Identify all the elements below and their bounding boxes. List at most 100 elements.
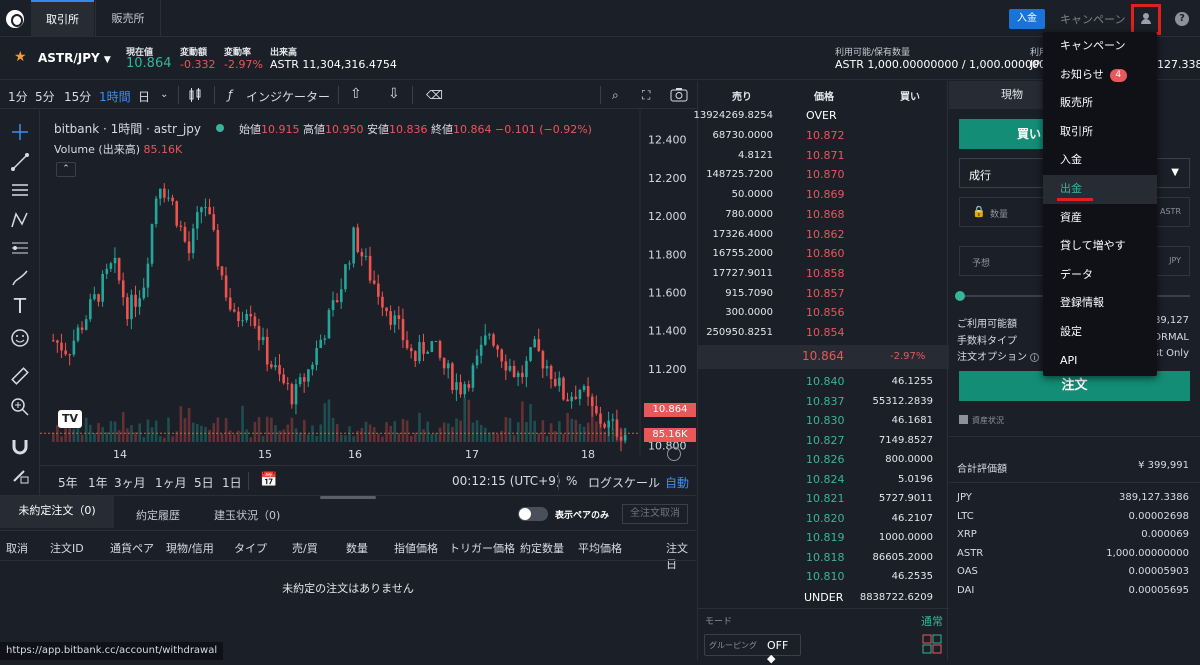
pair-selector[interactable]: ASTR/JPY ▼ xyxy=(38,51,111,65)
bid-row[interactable]: 10.820 46.2107 xyxy=(698,509,949,529)
bid-row[interactable]: 10.818 86605.2000 xyxy=(698,548,949,568)
percent-toggle[interactable]: % xyxy=(566,474,577,488)
panel-resize-handle[interactable] xyxy=(320,496,376,499)
bid-row[interactable]: 10.827 7149.8527 xyxy=(698,431,949,451)
layout-toggle-icon[interactable] xyxy=(922,634,942,654)
timeframe-dropdown-icon[interactable]: ⌄ xyxy=(160,89,168,100)
range-1d[interactable]: 1日 xyxy=(222,474,242,491)
bid-row[interactable]: 10.840 46.1255 xyxy=(698,372,949,392)
brush-icon[interactable] xyxy=(10,268,30,288)
ruler-icon[interactable] xyxy=(10,366,30,386)
user-menu-button[interactable] xyxy=(1131,4,1161,35)
ask-row[interactable]: 17326.4000 10.862 xyxy=(698,225,949,245)
bid-row[interactable]: 10.826 800.0000 xyxy=(698,450,949,470)
chart-settings-icon[interactable] xyxy=(667,447,681,461)
bitbank-logo-icon[interactable] xyxy=(6,10,24,28)
favorite-star-icon[interactable]: ★ xyxy=(14,49,27,65)
tab-open-orders[interactable]: 未約定注文（0) xyxy=(0,496,114,528)
timeframe-5m[interactable]: 5分 xyxy=(35,88,55,105)
bid-row[interactable]: 10.830 46.1681 xyxy=(698,411,949,431)
candlestick-chart[interactable]: 12.400 12.200 12.000 11.800 11.600 11.400 11.2… xyxy=(40,110,696,465)
log-scale-toggle[interactable]: ログスケール xyxy=(588,474,660,491)
tab-sales[interactable]: 販売所 xyxy=(95,0,161,37)
trend-line-icon[interactable] xyxy=(10,152,30,172)
indicator-fx-icon[interactable]: ƒ xyxy=(228,88,232,102)
campaign-link[interactable]: キャンペーン xyxy=(1060,11,1125,27)
info-icon[interactable]: i xyxy=(1030,353,1040,362)
bid-row[interactable]: 10.824 5.0196 xyxy=(698,470,949,490)
menu-item[interactable]: 設定 xyxy=(1043,318,1157,347)
ask-row[interactable]: 780.0000 10.868 xyxy=(698,205,949,225)
deposit-button[interactable]: 入金 xyxy=(1009,9,1045,29)
grouping-select[interactable]: グルーピング OFF ◆ xyxy=(704,634,801,665)
candle-body xyxy=(84,319,88,330)
menu-item[interactable]: 取引所 xyxy=(1043,118,1157,147)
eraser-icon[interactable]: ⌫ xyxy=(426,88,443,102)
date-range-icon[interactable]: 📅 xyxy=(260,472,277,488)
ask-row[interactable]: 50.0000 10.869 xyxy=(698,185,949,205)
range-1y[interactable]: 1年 xyxy=(88,474,108,491)
tradingview-logo-icon[interactable]: TV xyxy=(58,410,82,428)
download-icon[interactable]: ⇩ xyxy=(388,86,400,102)
volume-bar xyxy=(344,435,347,442)
upload-icon[interactable]: ⇧ xyxy=(350,86,362,102)
timeframe-1h[interactable]: 1時間 xyxy=(99,88,131,105)
ask-row[interactable]: 250950.8251 10.854 xyxy=(698,323,949,343)
menu-item[interactable]: キャンペーン xyxy=(1043,32,1157,61)
emoji-icon[interactable] xyxy=(10,328,30,348)
ask-row[interactable]: 300.0000 10.856 xyxy=(698,303,949,323)
bid-row[interactable]: 10.810 46.2535 xyxy=(698,567,949,587)
fullscreen-icon[interactable]: ⛶ xyxy=(642,88,650,103)
tab-exchange[interactable]: 取引所 xyxy=(31,0,94,37)
menu-item[interactable]: 資産 xyxy=(1043,204,1157,233)
crosshair-icon[interactable] xyxy=(10,122,30,142)
range-1m[interactable]: 1ヶ月 xyxy=(155,474,187,491)
asset-status-link[interactable]: 資産状況 xyxy=(972,415,1004,426)
bid-row[interactable]: 10.821 5727.9011 xyxy=(698,489,949,509)
candle-body xyxy=(372,280,376,284)
candle-type-icon[interactable] xyxy=(187,87,203,103)
indicator-button[interactable]: インジケーター xyxy=(246,88,330,105)
range-5y[interactable]: 5年 xyxy=(58,474,78,491)
camera-icon[interactable] xyxy=(670,87,688,103)
range-5d[interactable]: 5日 xyxy=(194,474,214,491)
bid-row[interactable]: 10.819 1000.0000 xyxy=(698,528,949,548)
ask-row[interactable]: 915.7090 10.857 xyxy=(698,284,949,304)
timeframe-15m[interactable]: 15分 xyxy=(64,88,91,105)
cancel-all-button[interactable]: 全注文取消 xyxy=(622,504,688,524)
quick-search-icon[interactable]: ⌕ xyxy=(612,88,619,103)
clock-time[interactable]: 00:12:15 (UTC+9) xyxy=(452,474,561,488)
fib-tool-icon[interactable] xyxy=(10,238,30,258)
range-3m[interactable]: 3ヶ月 xyxy=(114,474,146,491)
bid-row[interactable]: 10.837 55312.2839 xyxy=(698,392,949,412)
help-icon[interactable]: ? xyxy=(1175,12,1189,26)
ask-row[interactable]: 17727.9011 10.858 xyxy=(698,264,949,284)
menu-item[interactable]: 登録情報 xyxy=(1043,289,1157,318)
zoom-in-icon[interactable] xyxy=(10,397,30,417)
text-tool-icon[interactable]: T xyxy=(10,296,30,316)
menu-item[interactable]: API xyxy=(1043,347,1157,376)
menu-item[interactable]: 入金 xyxy=(1043,146,1157,175)
ask-row[interactable]: 68730.0000 10.872 xyxy=(698,126,949,146)
timeframe-day[interactable]: 日 xyxy=(138,88,150,105)
mode-value[interactable]: 通常 xyxy=(921,613,943,629)
price-chart[interactable]: 12.400 12.200 12.000 11.800 11.600 11.400 11.2… xyxy=(40,110,696,495)
ask-row[interactable]: 4.8121 10.871 xyxy=(698,146,949,166)
ask-row[interactable]: 16755.2000 10.860 xyxy=(698,244,949,264)
horizontal-lines-icon[interactable] xyxy=(10,180,30,200)
magnet-icon[interactable] xyxy=(10,436,30,456)
pattern-tool-icon[interactable] xyxy=(10,210,30,230)
pair-only-toggle[interactable] xyxy=(518,507,548,521)
menu-item[interactable]: お知らせ 4 xyxy=(1043,61,1157,90)
timeframe-1m[interactable]: 1分 xyxy=(8,88,28,105)
menu-item[interactable]: 出金 xyxy=(1043,175,1157,204)
menu-item[interactable]: 販売所 xyxy=(1043,89,1157,118)
auto-scale-toggle[interactable]: 自動 xyxy=(665,474,689,491)
ask-row[interactable]: 148725.7200 10.870 xyxy=(698,165,949,185)
menu-item[interactable]: データ xyxy=(1043,261,1157,290)
lock-drawings-icon[interactable] xyxy=(10,465,30,485)
candle-body xyxy=(492,334,495,346)
menu-item[interactable]: 貸して増やす xyxy=(1043,232,1157,261)
amount-slider-handle[interactable] xyxy=(955,291,965,301)
collapse-legend-button[interactable]: ⌃ xyxy=(56,162,76,177)
